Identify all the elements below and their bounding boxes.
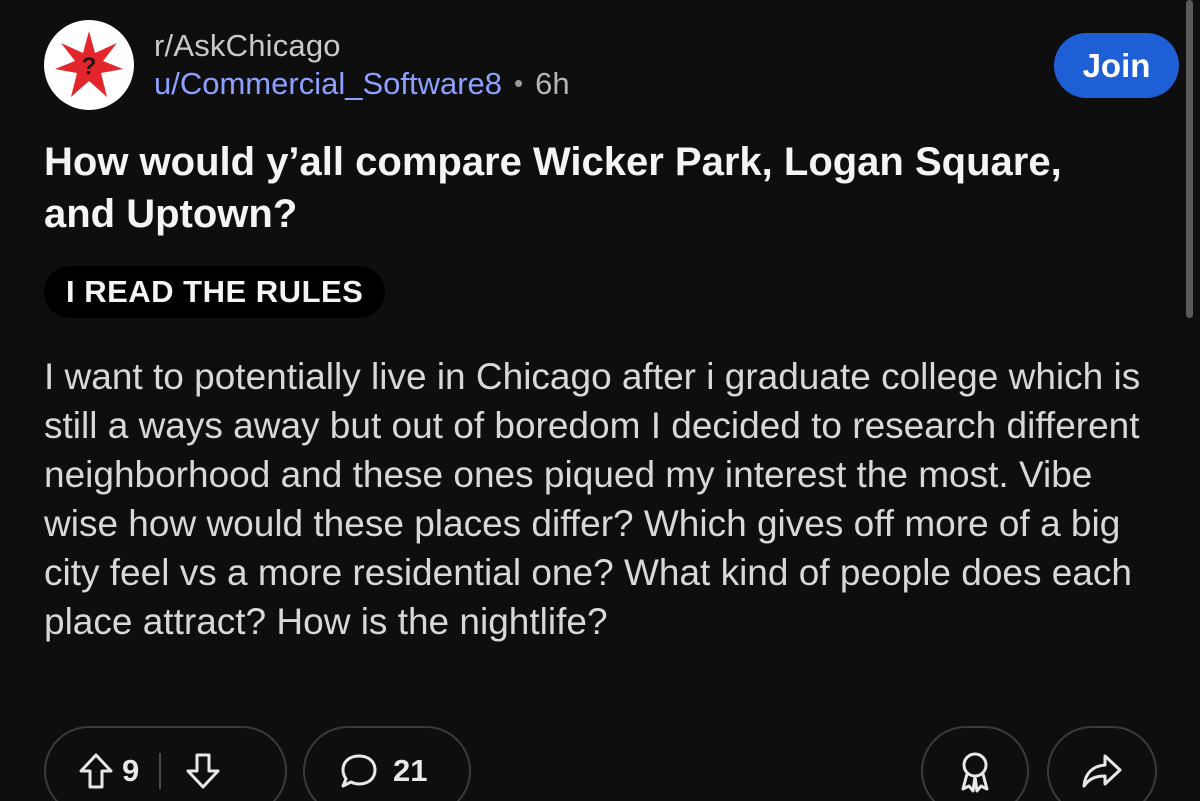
- share-button[interactable]: [1047, 726, 1157, 801]
- svg-text:?: ?: [82, 53, 97, 80]
- subreddit-avatar[interactable]: ?: [44, 20, 134, 110]
- post-flair[interactable]: I READ THE RULES: [44, 266, 386, 318]
- scrollbar[interactable]: [1186, 0, 1193, 318]
- subreddit-name[interactable]: r/AskChicago: [154, 28, 570, 64]
- meta-separator: •: [514, 67, 524, 98]
- upvote-button[interactable]: [78, 752, 114, 790]
- post-meta: r/AskChicago u/Commercial_Software8 • 6h: [154, 28, 570, 101]
- award-icon: [961, 752, 989, 793]
- join-button[interactable]: Join: [1054, 33, 1179, 98]
- post-container: ? r/AskChicago u/Commercial_Software8 • …: [0, 0, 1200, 801]
- chicago-star-question-icon: ?: [55, 31, 123, 97]
- vote-bar: 9: [44, 726, 287, 801]
- author-username[interactable]: u/Commercial_Software8: [154, 66, 502, 102]
- award-button[interactable]: [921, 726, 1029, 801]
- vote-divider: [159, 753, 162, 789]
- post-header: ? r/AskChicago u/Commercial_Software8 • …: [44, 20, 570, 110]
- author-line: u/Commercial_Software8 • 6h: [154, 66, 570, 102]
- post-title[interactable]: How would y’all compare Wicker Park, Log…: [44, 136, 1124, 240]
- comment-bubble-icon: [341, 754, 377, 788]
- comment-count: 21: [393, 753, 428, 788]
- downvote-arrow-icon: [186, 753, 220, 789]
- post-body: I want to potentially live in Chicago af…: [44, 356, 1141, 642]
- downvote-button[interactable]: [185, 752, 221, 790]
- post-age: 6h: [535, 66, 570, 101]
- comments-button[interactable]: 21: [303, 726, 471, 801]
- vote-count: 9: [122, 753, 140, 788]
- share-arrow-icon: [1082, 754, 1122, 788]
- upvote-arrow-icon: [79, 753, 113, 789]
